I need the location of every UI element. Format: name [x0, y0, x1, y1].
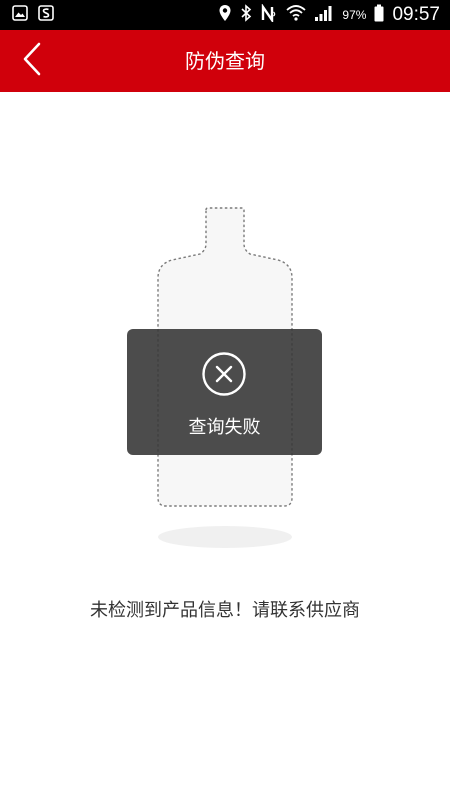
- battery-icon: [374, 4, 384, 26]
- app-header: 防伪查询: [0, 30, 450, 92]
- bluetooth-icon: [240, 4, 252, 26]
- status-left-icons: [12, 5, 54, 25]
- wifi-icon: [286, 4, 307, 26]
- nfc-icon: [260, 3, 278, 26]
- image-icon: [12, 5, 28, 25]
- close-circle-icon: [201, 351, 247, 397]
- query-failed-toast: 查询失败: [127, 329, 322, 455]
- result-message: 未检测到产品信息！请联系供应商: [90, 600, 360, 621]
- status-time: 09:57: [392, 4, 440, 25]
- status-bar: 97% 09:57: [0, 0, 450, 30]
- s-app-icon: [38, 5, 54, 25]
- signal-icon: [314, 4, 334, 26]
- status-right-icons: 97% 09:57: [218, 0, 440, 30]
- toast-message: 查询失败: [188, 417, 261, 438]
- page-title: 防伪查询: [185, 49, 265, 73]
- battery-percent: 97%: [342, 8, 367, 22]
- back-button[interactable]: [10, 40, 54, 82]
- location-icon: [218, 4, 232, 26]
- chevron-left-icon: [21, 42, 43, 80]
- bottle-shadow: [158, 526, 292, 548]
